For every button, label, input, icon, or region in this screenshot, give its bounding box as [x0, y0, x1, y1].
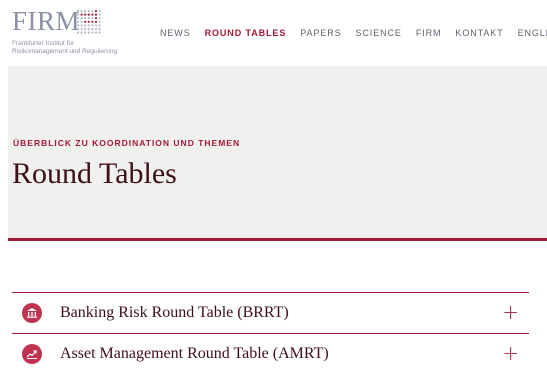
- hero-eyebrow: ÜBERBLICK ZU KOORDINATION UND THEMEN: [13, 138, 241, 148]
- nav-item-english[interactable]: ENGLISH: [518, 26, 547, 40]
- nav-item-round-tables[interactable]: ROUND TABLES: [205, 26, 287, 40]
- nav-item-firm[interactable]: FIRM: [416, 26, 442, 40]
- site-header: FIRM Frankfurter Institut für Risikomana…: [0, 0, 547, 66]
- hero-banner: [8, 66, 547, 240]
- nav-item-science[interactable]: SCIENCE: [356, 26, 402, 40]
- page-title: Round Tables: [12, 157, 177, 190]
- logo-subtitle-line1: Frankfurter Institut für: [12, 40, 75, 47]
- bank-icon: [22, 303, 42, 323]
- hero-accent-bar: [8, 238, 547, 241]
- logo-subtitle-line2: Risikomanagement und Regulierung: [12, 48, 118, 55]
- round-table-accordion: Banking Risk Round Table (BRRT) + Asset …: [12, 292, 529, 374]
- nav-item-news[interactable]: NEWS: [160, 26, 191, 40]
- chart-trend-icon: [22, 344, 42, 364]
- accordion-item-label: Banking Risk Round Table (BRRT): [60, 304, 289, 321]
- accordion-item-label: Asset Management Round Table (AMRT): [60, 345, 329, 362]
- logo-wordmark: FIRM: [12, 6, 81, 36]
- accordion-item-brrt[interactable]: Banking Risk Round Table (BRRT) +: [12, 292, 529, 333]
- logo-dot-grid-icon: [76, 9, 101, 34]
- firm-logo[interactable]: FIRM Frankfurter Institut für Risikomana…: [12, 6, 122, 58]
- main-nav: NEWS ROUND TABLES PAPERS SCIENCE FIRM KO…: [160, 26, 547, 40]
- nav-item-papers[interactable]: PAPERS: [300, 26, 341, 40]
- expand-plus-icon[interactable]: +: [502, 302, 519, 322]
- accordion-item-amrt[interactable]: Asset Management Round Table (AMRT) +: [12, 333, 529, 374]
- nav-item-kontakt[interactable]: KONTAKT: [455, 26, 503, 40]
- expand-plus-icon[interactable]: +: [502, 343, 519, 363]
